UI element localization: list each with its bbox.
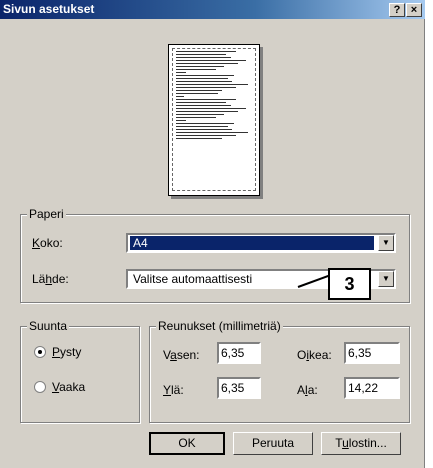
paper-group-title: Paperi — [27, 207, 66, 221]
orientation-group: Suunta — [20, 319, 140, 423]
close-button[interactable]: × — [406, 3, 422, 17]
size-select[interactable]: A4 ▼ — [126, 233, 396, 253]
size-label: Koko: — [32, 236, 63, 250]
title-bar[interactable]: Sivun asetukset ? × — [0, 0, 425, 19]
source-dropdown-arrow-icon[interactable]: ▼ — [378, 271, 394, 287]
size-select-value: A4 — [130, 236, 374, 250]
margins-group: Reunukset (millimetriä) — [149, 319, 410, 423]
left-margin-input[interactable]: 6,35 — [217, 342, 261, 364]
cancel-button[interactable]: Peruuta — [233, 432, 313, 455]
right-margin-label: Oikea: — [297, 348, 332, 362]
page-setup-dialog: Sivun asetukset ? × Paperi Koko: A4 ▼ Lä… — [0, 0, 425, 468]
page-preview — [168, 44, 260, 196]
margins-group-title: Reunukset (millimetriä) — [156, 319, 283, 333]
source-select-value: Valitse automaattisesti — [133, 272, 253, 286]
bottom-margin-label: Ala: — [297, 383, 318, 397]
portrait-radio[interactable] — [34, 346, 46, 358]
landscape-label[interactable]: Vaaka — [52, 380, 85, 394]
dialog-title: Sivun asetukset — [3, 2, 95, 16]
bottom-margin-input[interactable]: 14,22 — [344, 377, 400, 399]
size-dropdown-arrow-icon[interactable]: ▼ — [378, 235, 394, 251]
ok-button[interactable]: OK — [149, 432, 225, 455]
portrait-label[interactable]: Pysty — [52, 345, 81, 359]
orientation-group-title: Suunta — [27, 319, 70, 333]
printer-button[interactable]: Tulostin... — [321, 432, 401, 455]
top-margin-label: Ylä: — [163, 383, 184, 397]
page-preview-text-area — [172, 48, 256, 191]
help-button[interactable]: ? — [389, 3, 405, 17]
source-label: Lähde: — [32, 272, 69, 286]
landscape-radio[interactable] — [34, 381, 46, 393]
callout-number: 3 — [328, 268, 371, 300]
right-margin-input[interactable]: 6,35 — [344, 342, 400, 364]
top-margin-input[interactable]: 6,35 — [217, 377, 261, 399]
left-margin-label: Vasen: — [163, 348, 200, 362]
